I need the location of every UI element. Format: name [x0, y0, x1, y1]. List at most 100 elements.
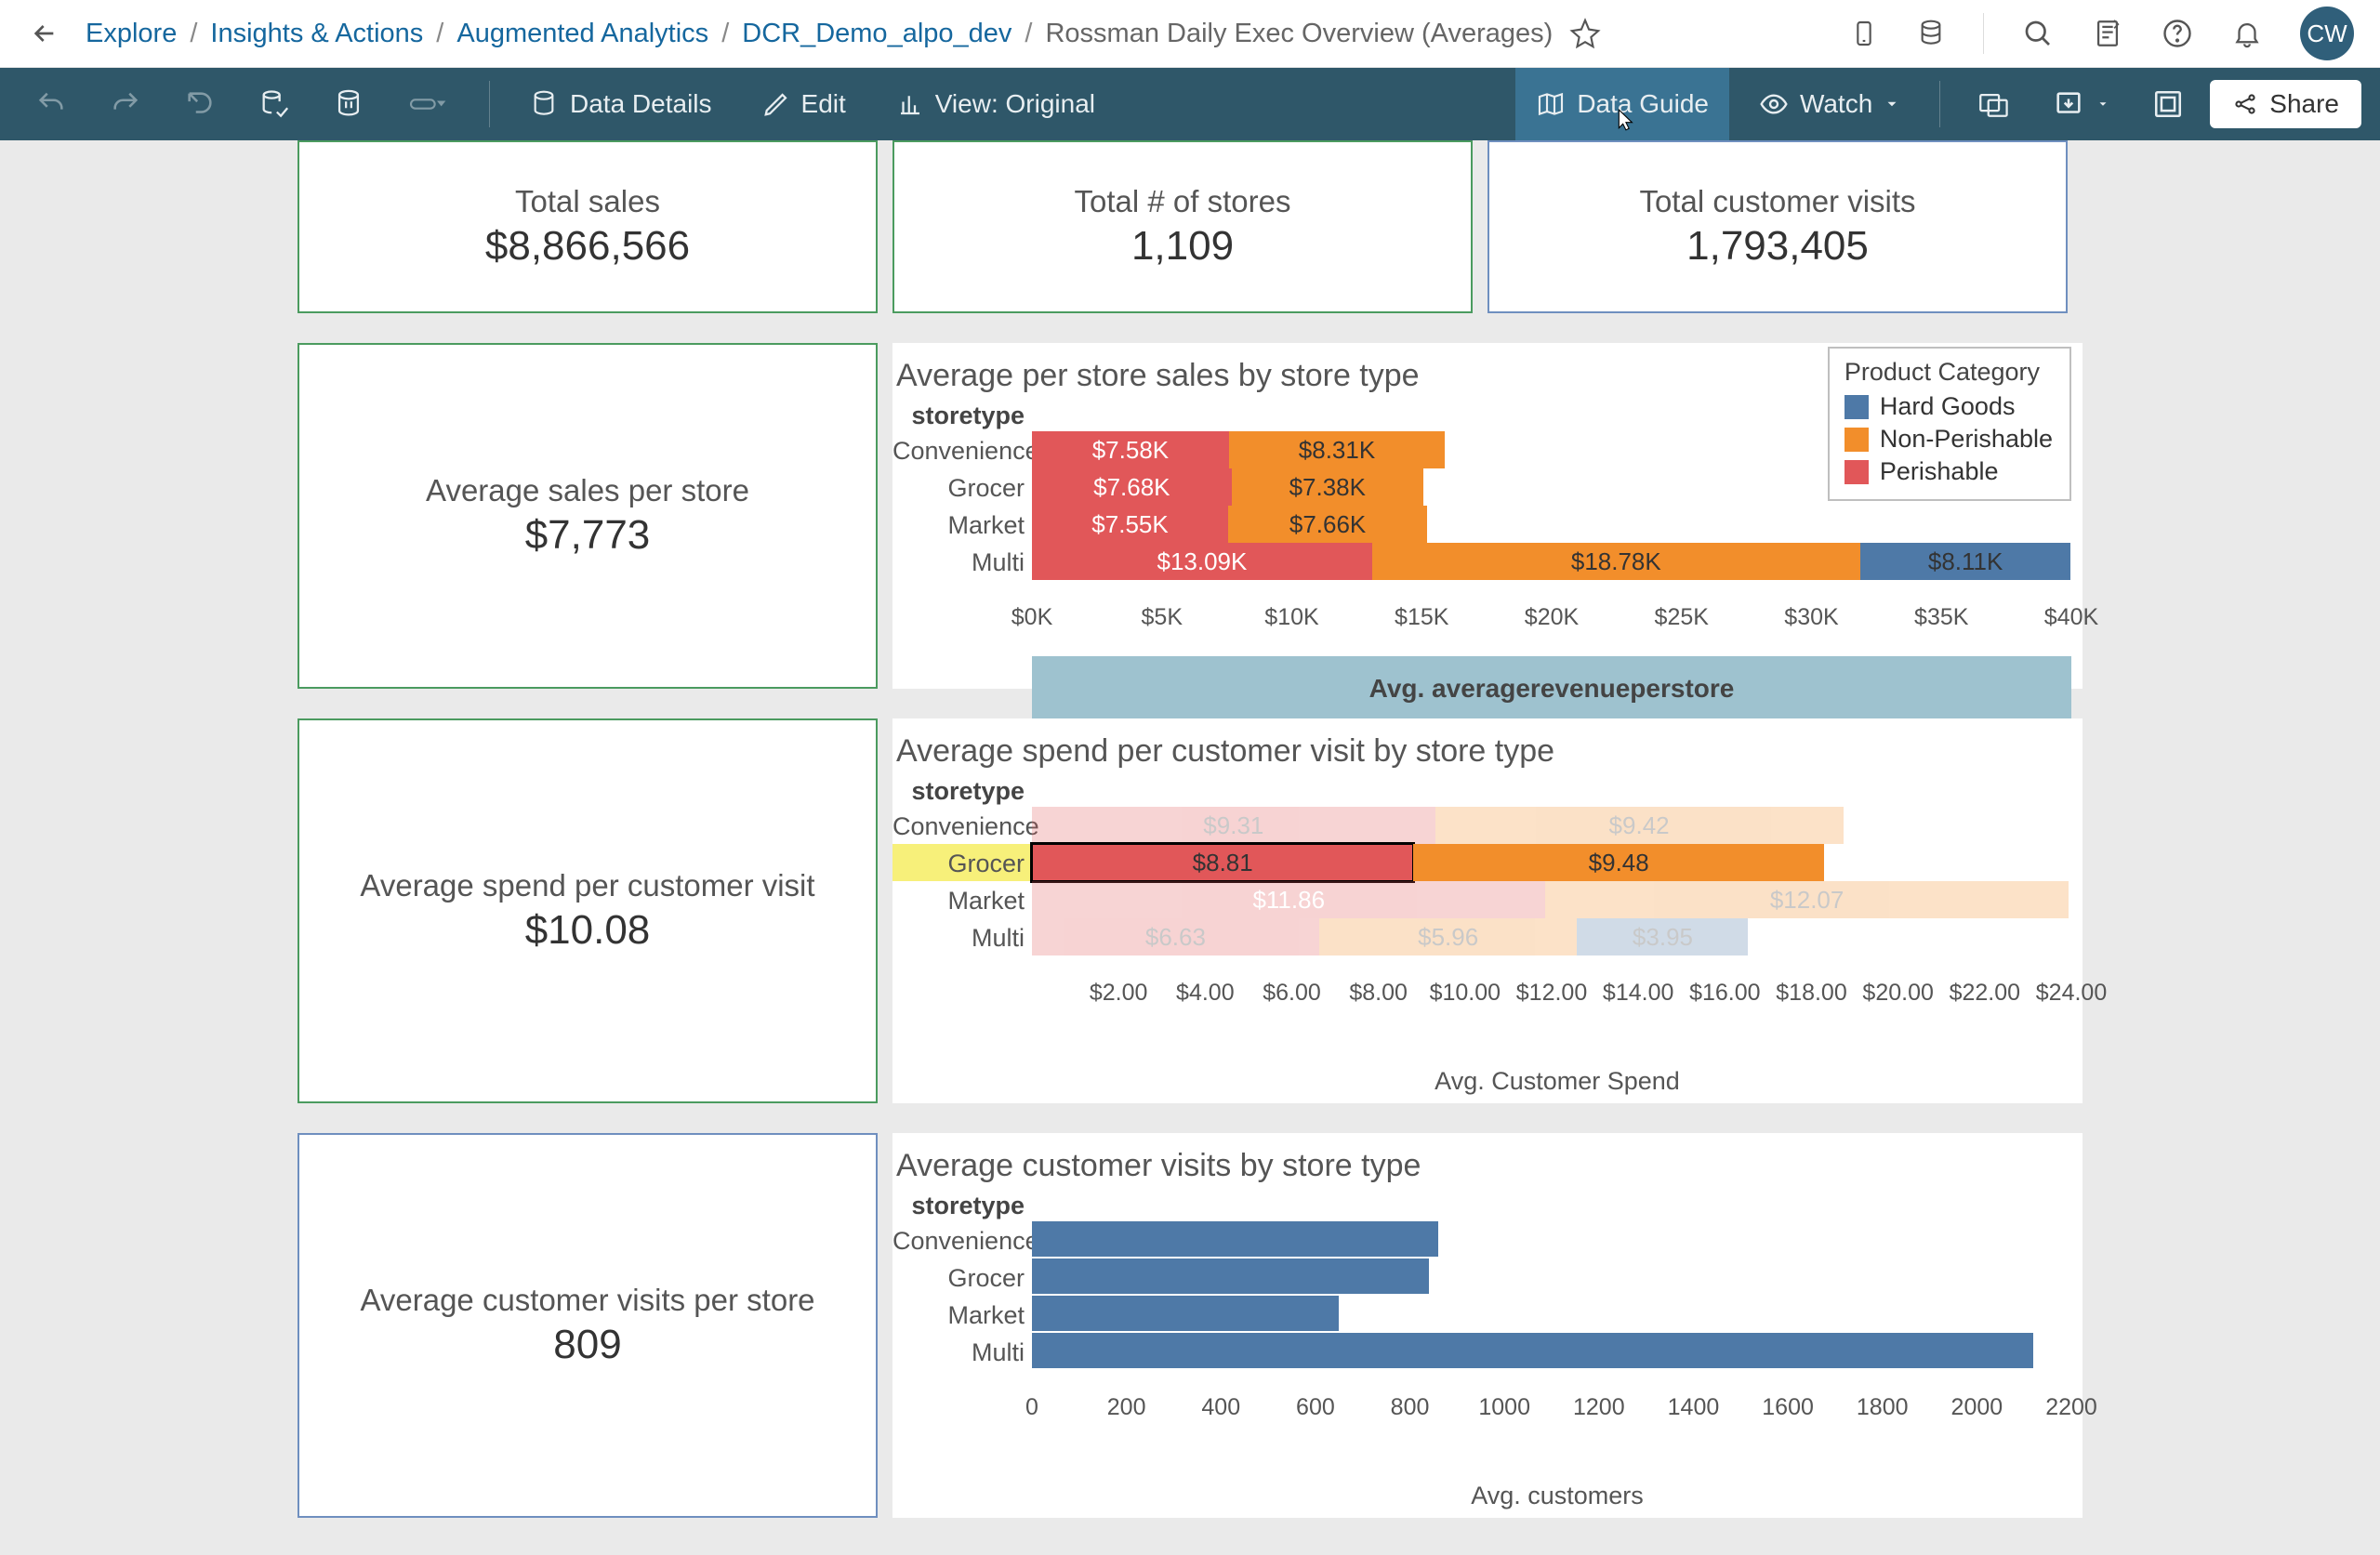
axis-tick: $30K: [1784, 604, 1838, 631]
bar-row[interactable]: Convenience$9.31$9.42: [892, 807, 2082, 844]
search-icon[interactable]: [2021, 17, 2055, 50]
bar-row[interactable]: Grocer$8.81$9.48: [892, 844, 2082, 881]
share-button[interactable]: Share: [2210, 80, 2361, 128]
data-guide-button[interactable]: Data Guide: [1515, 68, 1729, 140]
data-source-icon[interactable]: [1916, 15, 1946, 52]
kpi-total-sales[interactable]: Total sales $8,866,566: [298, 140, 878, 313]
bar-row[interactable]: Multi$13.09K$18.78K$8.11K: [892, 543, 2082, 580]
crumb-augmented[interactable]: Augmented Analytics: [456, 19, 708, 49]
metrics-button[interactable]: [1959, 68, 2026, 140]
crumb-insights[interactable]: Insights & Actions: [210, 19, 423, 49]
axis-tick: $2.00: [1090, 980, 1148, 1007]
category-label: Convenience: [892, 812, 1025, 841]
notifications-icon[interactable]: [2231, 18, 2263, 49]
bar-segment[interactable]: $7.38K: [1232, 468, 1423, 506]
pencil-icon: [762, 90, 790, 118]
axis-tick: $10.00: [1430, 980, 1501, 1007]
bar-row[interactable]: Market$11.86$12.07: [892, 881, 2082, 918]
bar-segment[interactable]: $13.09K: [1032, 543, 1372, 580]
bar-segment[interactable]: $8.81: [1032, 844, 1413, 881]
bar-segment[interactable]: $9.31: [1032, 807, 1435, 844]
bar-segment[interactable]: $8.11K: [1860, 543, 2071, 580]
axis-tick: $5K: [1142, 604, 1183, 631]
bar-segment[interactable]: $7.58K: [1032, 431, 1229, 468]
undo-button[interactable]: [19, 68, 84, 140]
bar-row[interactable]: Market$7.55K$7.66K: [892, 506, 2082, 543]
kpi-title: Average customer visits per store: [360, 1283, 814, 1318]
bar-segment[interactable]: $8.31K: [1229, 431, 1445, 468]
kpi-value: 1,109: [1131, 223, 1234, 270]
redo-button[interactable]: [93, 68, 158, 140]
kpi-row-top: Total sales $8,866,566 Total # of stores…: [298, 140, 2068, 313]
back-button[interactable]: [26, 15, 63, 52]
crumb-project[interactable]: DCR_Demo_alpo_dev: [742, 19, 1012, 49]
kpi-avg-sales[interactable]: Average sales per store $7,773: [298, 343, 878, 689]
edit-button[interactable]: Edit: [742, 68, 866, 140]
bar-segment[interactable]: $9.42: [1435, 807, 1844, 844]
edit-label: Edit: [801, 89, 846, 119]
bar-segment[interactable]: [1032, 1296, 1339, 1331]
category-label: Grocer: [892, 474, 1025, 503]
map-icon: [1536, 89, 1566, 119]
favorite-star-icon[interactable]: [1569, 18, 1601, 49]
bar-segment[interactable]: [1032, 1221, 1438, 1257]
bar-segment[interactable]: $6.63: [1032, 918, 1319, 955]
bar-row[interactable]: Grocer$7.68K$7.38K: [892, 468, 2082, 506]
kpi-title: Average sales per store: [426, 473, 749, 508]
pause-data-button[interactable]: [316, 68, 381, 140]
bar-row[interactable]: Convenience$7.58K$8.31K: [892, 431, 2082, 468]
bar-segment[interactable]: $3.95: [1577, 918, 1748, 955]
bar-chart-icon: [896, 90, 924, 118]
bar-segment[interactable]: [1032, 1258, 1429, 1294]
axis-tick: $8.00: [1349, 980, 1408, 1007]
device-preview-icon[interactable]: [1849, 15, 1879, 52]
kpi-avg-spend[interactable]: Average spend per customer visit $10.08: [298, 718, 878, 1103]
bar-row[interactable]: Convenience: [892, 1221, 2082, 1258]
kpi-title: Total sales: [515, 184, 660, 219]
download-button[interactable]: [2035, 68, 2126, 140]
bar-segment[interactable]: $7.66K: [1228, 506, 1427, 543]
chart-avg-spend-by-store-type[interactable]: Average spend per customer visit by stor…: [892, 718, 2082, 1103]
view-original-button[interactable]: View: Original: [876, 68, 1116, 140]
axis-tick: 1800: [1857, 1394, 1909, 1421]
crumb-explore[interactable]: Explore: [86, 19, 177, 49]
chart-avg-visits-by-store-type[interactable]: Average customer visits by store type st…: [892, 1133, 2082, 1518]
view-menu-button[interactable]: [390, 68, 470, 140]
help-icon[interactable]: [2161, 17, 2194, 50]
note-icon[interactable]: [2092, 18, 2123, 49]
storetype-header: storetype: [892, 402, 1025, 430]
bar-row[interactable]: Multi$6.63$5.96$3.95: [892, 918, 2082, 955]
bar-row[interactable]: Grocer: [892, 1258, 2082, 1296]
bar-row[interactable]: Market: [892, 1296, 2082, 1333]
avatar[interactable]: CW: [2300, 7, 2354, 60]
row-visits-by-type: Average customer visits per store 809 Av…: [298, 1133, 2082, 1518]
axis-tick: $16.00: [1689, 980, 1760, 1007]
bar-segment[interactable]: [1032, 1333, 2033, 1368]
category-label: Convenience: [892, 437, 1025, 466]
fullscreen-button[interactable]: [2135, 68, 2201, 140]
watch-button[interactable]: Watch: [1739, 68, 1921, 140]
bar-segment[interactable]: $9.48: [1413, 844, 1824, 881]
chart-avg-sales-by-store-type[interactable]: Average per store sales by store type Pr…: [892, 343, 2082, 689]
axis-tick: $12.00: [1516, 980, 1587, 1007]
revert-button[interactable]: [167, 68, 232, 140]
refresh-data-button[interactable]: [242, 68, 307, 140]
data-guide-label: Data Guide: [1577, 89, 1709, 119]
bar-segment[interactable]: $7.55K: [1032, 506, 1228, 543]
axis-tick: $40K: [2044, 604, 2098, 631]
crumb-current: Rossman Daily Exec Overview (Averages): [1045, 19, 1553, 49]
kpi-total-visits[interactable]: Total customer visits 1,793,405: [1488, 140, 2068, 313]
bar-segment[interactable]: $11.86: [1032, 881, 1545, 918]
bar-row[interactable]: Multi: [892, 1333, 2082, 1370]
chart-title: Average customer visits by store type: [892, 1133, 2082, 1195]
bar-segment[interactable]: $7.68K: [1032, 468, 1232, 506]
bar-segment[interactable]: $12.07: [1545, 881, 2068, 918]
kpi-avg-visits[interactable]: Average customer visits per store 809: [298, 1133, 878, 1518]
data-details-label: Data Details: [570, 89, 712, 119]
axis-tick: 1200: [1573, 1394, 1625, 1421]
share-icon: [2232, 91, 2258, 117]
bar-segment[interactable]: $5.96: [1319, 918, 1578, 955]
bar-segment[interactable]: $18.78K: [1372, 543, 1860, 580]
data-details-button[interactable]: Data Details: [509, 68, 733, 140]
kpi-total-stores[interactable]: Total # of stores 1,109: [892, 140, 1473, 313]
